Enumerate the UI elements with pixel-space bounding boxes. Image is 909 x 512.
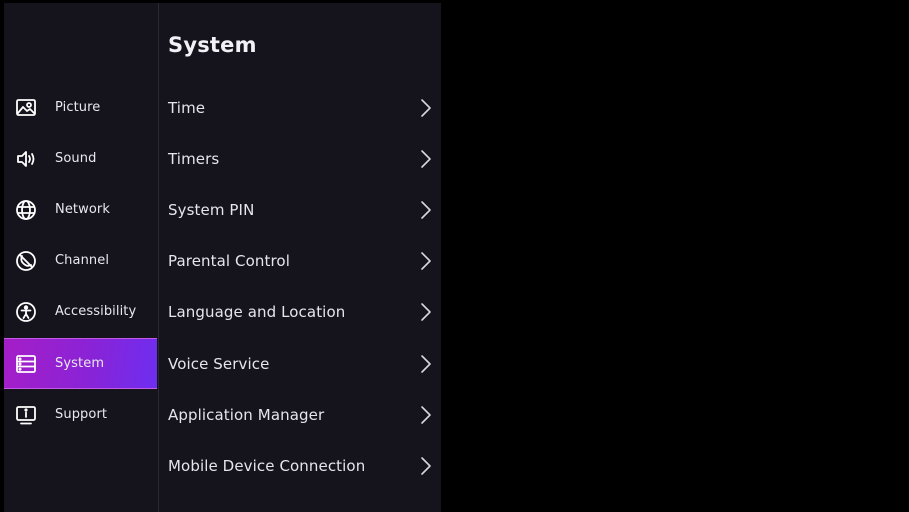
menu-item-application-manager[interactable]: Application Manager <box>159 389 441 440</box>
sidebar-item-network[interactable]: Network <box>4 184 157 235</box>
chevron-right-icon <box>419 404 433 426</box>
chevron-right-icon <box>419 301 433 323</box>
chevron-right-icon <box>419 97 433 119</box>
menu-item-label: Application Manager <box>168 405 325 424</box>
chevron-right-icon <box>419 250 433 272</box>
speaker-icon <box>15 148 37 170</box>
globe-icon <box>15 199 37 221</box>
chevron-right-icon <box>419 353 433 375</box>
content-preview-area <box>441 0 909 512</box>
sidebar-item-label: Sound <box>55 151 97 166</box>
sidebar-item-system[interactable]: System <box>4 338 157 389</box>
sidebar-item-accessibility[interactable]: Accessibility <box>4 286 157 337</box>
support-icon <box>15 404 37 426</box>
menu-item-label: Voice Service <box>168 354 270 373</box>
menu-item-label: Timers <box>168 149 220 168</box>
sidebar-item-label: Channel <box>55 253 110 268</box>
menu-item-time[interactable]: Time <box>159 82 441 133</box>
sidebar-item-picture[interactable]: Picture <box>4 82 157 133</box>
system-panel: System Time Timers System PIN Parental C… <box>159 3 441 512</box>
accessibility-icon <box>15 301 37 323</box>
sidebar-item-support[interactable]: Support <box>4 389 157 440</box>
sidebar: Picture Sound Network Channel Accessibil… <box>4 3 158 512</box>
sidebar-item-label: Accessibility <box>55 304 137 319</box>
menu-item-system-pin[interactable]: System PIN <box>159 184 441 235</box>
chevron-right-icon <box>419 148 433 170</box>
menu-item-label: Mobile Device Connection <box>168 456 366 475</box>
system-icon <box>15 353 37 375</box>
menu-item-label: Language and Location <box>168 302 346 321</box>
sidebar-item-label: Picture <box>55 100 101 115</box>
sidebar-item-label: Network <box>55 202 110 217</box>
sidebar-item-label: Support <box>55 407 108 422</box>
menu-item-mobile-device-connection[interactable]: Mobile Device Connection <box>159 440 441 491</box>
chevron-right-icon <box>419 199 433 221</box>
menu-item-timers[interactable]: Timers <box>159 133 441 184</box>
menu-item-parental-control[interactable]: Parental Control <box>159 235 441 286</box>
menu-item-label: Time <box>168 98 206 117</box>
page-title: System <box>168 33 257 57</box>
settings-frame: Picture Sound Network Channel Accessibil… <box>4 3 441 512</box>
menu-item-voice-service[interactable]: Voice Service <box>159 338 441 389</box>
sidebar-item-channel[interactable]: Channel <box>4 235 157 286</box>
channel-icon <box>15 250 37 272</box>
menu-item-language-and-location[interactable]: Language and Location <box>159 286 441 337</box>
menu-item-label: Parental Control <box>168 251 290 270</box>
sidebar-item-sound[interactable]: Sound <box>4 133 157 184</box>
picture-icon <box>15 97 37 119</box>
chevron-right-icon <box>419 455 433 477</box>
sidebar-item-label: System <box>55 356 105 371</box>
menu-item-label: System PIN <box>168 200 255 219</box>
